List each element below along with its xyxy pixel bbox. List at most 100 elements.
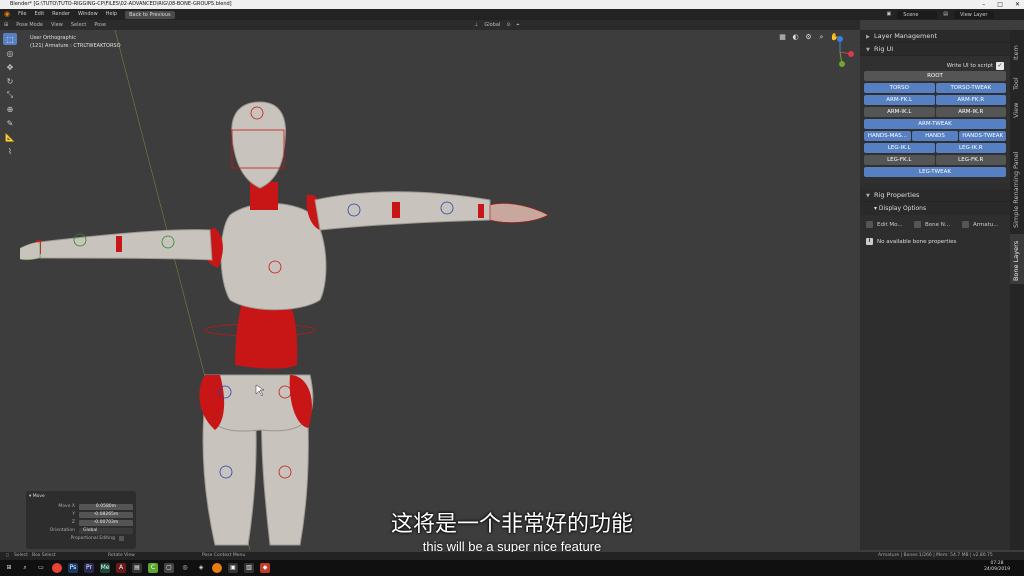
viewport-scene[interactable] xyxy=(9,29,860,551)
rig-layer-button-leg-ik-r[interactable]: LEG-IK.R xyxy=(935,143,1006,153)
shading-icon[interactable]: ◐ xyxy=(791,33,800,42)
option-armature[interactable]: Armatu... xyxy=(962,221,1004,228)
axis-z-icon[interactable] xyxy=(837,36,843,42)
rig-layer-button-leg-fk-r[interactable]: LEG-FK.R xyxy=(935,155,1006,165)
maximize-icon[interactable]: □ xyxy=(997,0,1003,9)
head xyxy=(231,101,287,189)
tab-tool[interactable]: Tool xyxy=(1010,66,1024,92)
rig-layer-button-torso[interactable]: TORSO xyxy=(864,83,935,93)
menu-render[interactable]: Render xyxy=(52,9,70,20)
menu-window[interactable]: Window xyxy=(78,9,98,20)
select-box-icon[interactable]: ⬚ xyxy=(3,33,17,45)
move-icon[interactable]: ✥ xyxy=(3,61,17,73)
folder-icon[interactable]: ▢ xyxy=(164,563,174,573)
menu-file[interactable]: File xyxy=(18,9,26,20)
xray-icon[interactable]: ▦ xyxy=(778,33,787,42)
start-icon[interactable]: ⊞ xyxy=(4,563,14,573)
checkbox[interactable] xyxy=(866,221,873,228)
axis-y-icon[interactable] xyxy=(839,61,845,67)
rig-layer-button-leg-tweak[interactable]: LEG-TWEAK xyxy=(864,167,1006,177)
app4-icon[interactable]: ◆ xyxy=(260,563,270,573)
rig-layer-button-torso-tweak[interactable]: TORSO-TWEAK xyxy=(935,83,1006,93)
taskbar-clock[interactable]: 07:28 24/09/2019 xyxy=(984,561,1010,573)
rig-layer-button-hands[interactable]: HANDS xyxy=(911,131,959,141)
checkbox[interactable] xyxy=(914,221,921,228)
option-edit-mode[interactable]: Edit Mo... xyxy=(866,221,908,228)
app3-icon[interactable]: ▥ xyxy=(244,563,254,573)
overlay-icon[interactable]: ⚙ xyxy=(804,33,813,42)
hand-left xyxy=(9,241,41,261)
tab-view[interactable]: View xyxy=(1010,92,1024,120)
tab-bone-layers[interactable]: Bone Layers xyxy=(1010,234,1024,284)
status-stats: Armature | Bones:1/266 | Mem: 54.7 MB | … xyxy=(878,553,993,558)
tab-item[interactable]: Item xyxy=(1010,36,1024,64)
axis-gizmo[interactable] xyxy=(825,34,855,70)
scene-selector[interactable]: Scene xyxy=(897,10,938,19)
view-layer-icon: ▤ xyxy=(943,11,948,17)
rig-button-row: HANDS-MAS... HANDS HANDS-TWEAK xyxy=(864,131,1007,141)
rig-layer-button-arm-fk-l[interactable]: ARM-FK.L xyxy=(864,95,935,105)
back-to-previous-button[interactable]: Back to Previous xyxy=(125,10,175,19)
task-view-icon[interactable]: ▭ xyxy=(36,563,46,573)
view-layer-selector[interactable]: View Layer xyxy=(954,10,994,19)
cursor-icon[interactable]: ◎ xyxy=(3,47,17,59)
pose-tool-icon[interactable]: ⌇ xyxy=(3,145,17,157)
rig-layer-button-arm-ik-r[interactable]: ARM-IK.R xyxy=(935,107,1006,117)
acrobat-icon[interactable]: A xyxy=(116,563,126,573)
title-bar: Blender* [G:\TUTO\TUTO-RIGGING-CP\FILES\… xyxy=(0,0,1024,9)
app-icon[interactable]: ▤ xyxy=(132,563,142,573)
search-icon[interactable]: ⌕ xyxy=(20,563,30,573)
blender-taskbar-icon[interactable] xyxy=(212,563,222,573)
write-ui-checkbox[interactable]: ✓ xyxy=(996,61,1004,70)
camtasia-icon[interactable]: C xyxy=(148,563,158,573)
pivot-icon[interactable]: ⊙ xyxy=(506,20,510,30)
rig-layer-button-hands-mas[interactable]: HANDS-MAS... xyxy=(864,131,911,141)
rig-properties-header[interactable]: ▼ Rig Properties xyxy=(860,189,1010,202)
rig-layer-button-hands-tweak[interactable]: HANDS-TWEAK xyxy=(959,131,1007,141)
layer-management-header[interactable]: ▶ Layer Management xyxy=(860,30,1010,43)
hand-right xyxy=(489,203,549,223)
menu-help[interactable]: Help xyxy=(106,9,117,20)
premiere-icon[interactable]: Pr xyxy=(84,563,94,573)
3d-viewport[interactable] xyxy=(9,29,860,551)
menu-edit[interactable]: Edit xyxy=(34,9,44,20)
unity-icon[interactable]: ◈ xyxy=(196,563,206,573)
menu-view[interactable]: View xyxy=(51,20,63,30)
status-rotate-view: Rotate View xyxy=(108,553,135,558)
orientation-selector[interactable]: Global xyxy=(484,20,500,30)
snap-icon[interactable]: ⌖ xyxy=(517,20,520,30)
menu-pose[interactable]: Pose xyxy=(94,20,106,30)
app2-icon[interactable]: ▣ xyxy=(228,563,238,573)
axis-x-icon[interactable] xyxy=(848,51,854,57)
rig-layer-button-leg-ik-l[interactable]: LEG-IK.L xyxy=(864,143,935,153)
option-bone-names[interactable]: Bone N... xyxy=(914,221,956,228)
editor-type-icon[interactable]: ⊞ xyxy=(4,20,8,30)
rig-button-row: ARM-FK.L ARM-FK.R xyxy=(864,95,1006,105)
measure-icon[interactable]: 📐 xyxy=(3,131,17,143)
arm-left xyxy=(39,229,213,261)
close-icon[interactable]: ✕ xyxy=(1015,0,1020,9)
rig-layer-button-arm-ik-l[interactable]: ARM-IK.L xyxy=(864,107,935,117)
rig-layer-button-arm-tweak[interactable]: ARM-TWEAK xyxy=(864,119,1006,129)
window-title: Blender* [G:\TUTO\TUTO-RIGGING-CP\FILES\… xyxy=(10,1,232,7)
operator-title[interactable]: ▾ Move xyxy=(29,494,133,499)
blender-logo-icon[interactable]: ◉ xyxy=(4,9,10,20)
rig-layer-button-root[interactable]: ROOT xyxy=(864,71,1006,81)
media-encoder-icon[interactable]: Me xyxy=(100,563,110,573)
photoshop-icon[interactable]: Ps xyxy=(68,563,78,573)
checkbox[interactable] xyxy=(962,221,969,228)
annotate-icon[interactable]: ✎ xyxy=(3,117,17,129)
scale-icon[interactable]: ⤡ xyxy=(3,89,17,101)
rig-layer-button-arm-fk-r[interactable]: ARM-FK.R xyxy=(935,95,1006,105)
rotate-icon[interactable]: ↻ xyxy=(3,75,17,87)
display-options-header[interactable]: ▾ Display Options xyxy=(860,202,1010,215)
tab-simple-renaming[interactable]: Simple Renaming Panel xyxy=(1010,122,1024,232)
chrome-icon[interactable] xyxy=(52,563,62,573)
rig-ui-header[interactable]: ▼ Rig UI xyxy=(860,43,1010,56)
minimize-icon[interactable]: – xyxy=(982,0,985,9)
obs-icon[interactable]: ◎ xyxy=(180,563,190,573)
rig-layer-button-leg-fk-l[interactable]: LEG-FK.L xyxy=(864,155,935,165)
mode-selector[interactable]: Pose Mode xyxy=(16,20,43,30)
menu-select[interactable]: Select xyxy=(71,20,86,30)
transform-icon[interactable]: ⊕ xyxy=(3,103,17,115)
